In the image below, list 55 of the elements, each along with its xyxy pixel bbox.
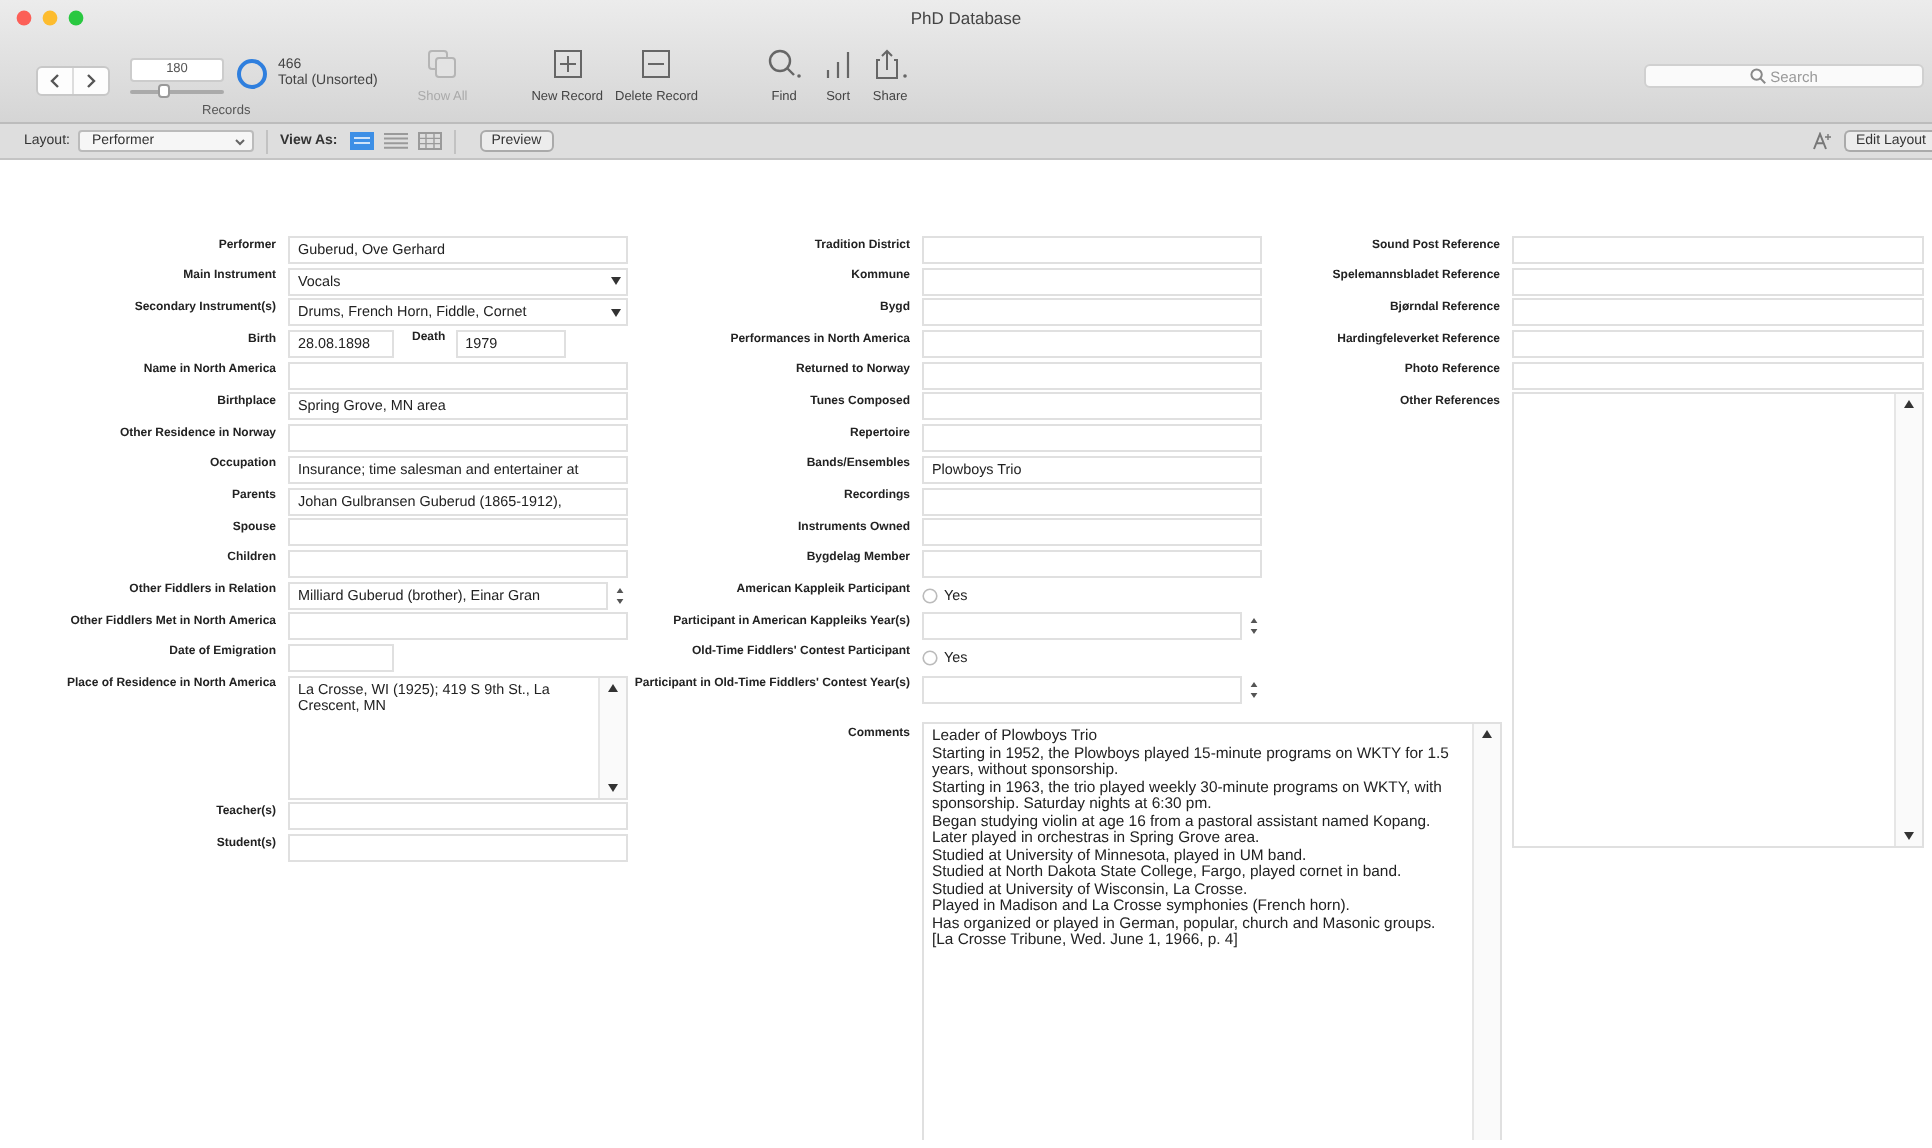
- input-field[interactable]: [922, 675, 1242, 704]
- scroll-up-arrow-icon[interactable]: [1482, 730, 1492, 739]
- form-view-icon[interactable]: [349, 132, 374, 150]
- bars-icon: [822, 48, 855, 80]
- input-field[interactable]: [288, 518, 628, 547]
- input-field[interactable]: [922, 518, 1262, 547]
- list-view-icon[interactable]: [383, 132, 408, 150]
- caret-icon: [233, 135, 246, 147]
- stacked-pages-icon: [426, 48, 459, 80]
- radio-button[interactable]: [922, 587, 938, 604]
- search-icon: [766, 48, 803, 80]
- radio-button[interactable]: [922, 649, 938, 666]
- scrollbar[interactable]: [598, 677, 626, 798]
- input-field[interactable]: [922, 424, 1262, 453]
- dropdown-arrow-icon[interactable]: [610, 276, 622, 287]
- text-size-icon[interactable]: [1811, 132, 1832, 150]
- window-title: PhD Database: [910, 8, 1022, 28]
- input-field[interactable]: [922, 267, 1262, 296]
- stepper-icon[interactable]: [612, 583, 628, 608]
- share-icon: [872, 48, 909, 80]
- input-field[interactable]: [288, 643, 394, 672]
- minus-square-icon: [640, 48, 673, 80]
- stepper-icon[interactable]: [1246, 677, 1262, 702]
- input-field[interactable]: [1512, 236, 1924, 264]
- input-field[interactable]: [922, 392, 1262, 421]
- plus-square-icon: [551, 48, 584, 80]
- input-field[interactable]: [922, 330, 1262, 359]
- input-field[interactable]: [288, 549, 628, 578]
- dropdown-arrow-icon[interactable]: [610, 307, 622, 318]
- stepper-icon[interactable]: [1246, 614, 1262, 639]
- slider-thumb[interactable]: [158, 84, 171, 98]
- scroll-up-arrow-icon[interactable]: [608, 683, 618, 692]
- scrollbar[interactable]: [1472, 724, 1500, 1141]
- scroll-down-arrow-icon[interactable]: [608, 783, 618, 792]
- input-field[interactable]: [288, 612, 628, 641]
- scrollbar[interactable]: [1894, 394, 1922, 847]
- input-field[interactable]: [922, 612, 1242, 641]
- table-view-icon[interactable]: [417, 132, 442, 150]
- scroll-down-arrow-icon[interactable]: [1904, 832, 1914, 841]
- input-field[interactable]: [922, 549, 1262, 578]
- input-field[interactable]: [288, 424, 628, 453]
- input-field[interactable]: [288, 834, 628, 862]
- ring-icon: [236, 58, 268, 90]
- input-field[interactable]: [288, 802, 628, 831]
- input-field[interactable]: [288, 361, 628, 390]
- input-field[interactable]: [922, 236, 1262, 264]
- input-field[interactable]: [1512, 361, 1924, 390]
- input-field[interactable]: [922, 487, 1262, 515]
- input-field[interactable]: [1512, 330, 1924, 359]
- text-area[interactable]: [922, 722, 1502, 1141]
- input-field[interactable]: [1512, 298, 1924, 327]
- scroll-up-arrow-icon[interactable]: [1904, 400, 1914, 409]
- input-field[interactable]: [922, 361, 1262, 390]
- input-field[interactable]: [922, 298, 1262, 327]
- input-field[interactable]: [1512, 267, 1924, 296]
